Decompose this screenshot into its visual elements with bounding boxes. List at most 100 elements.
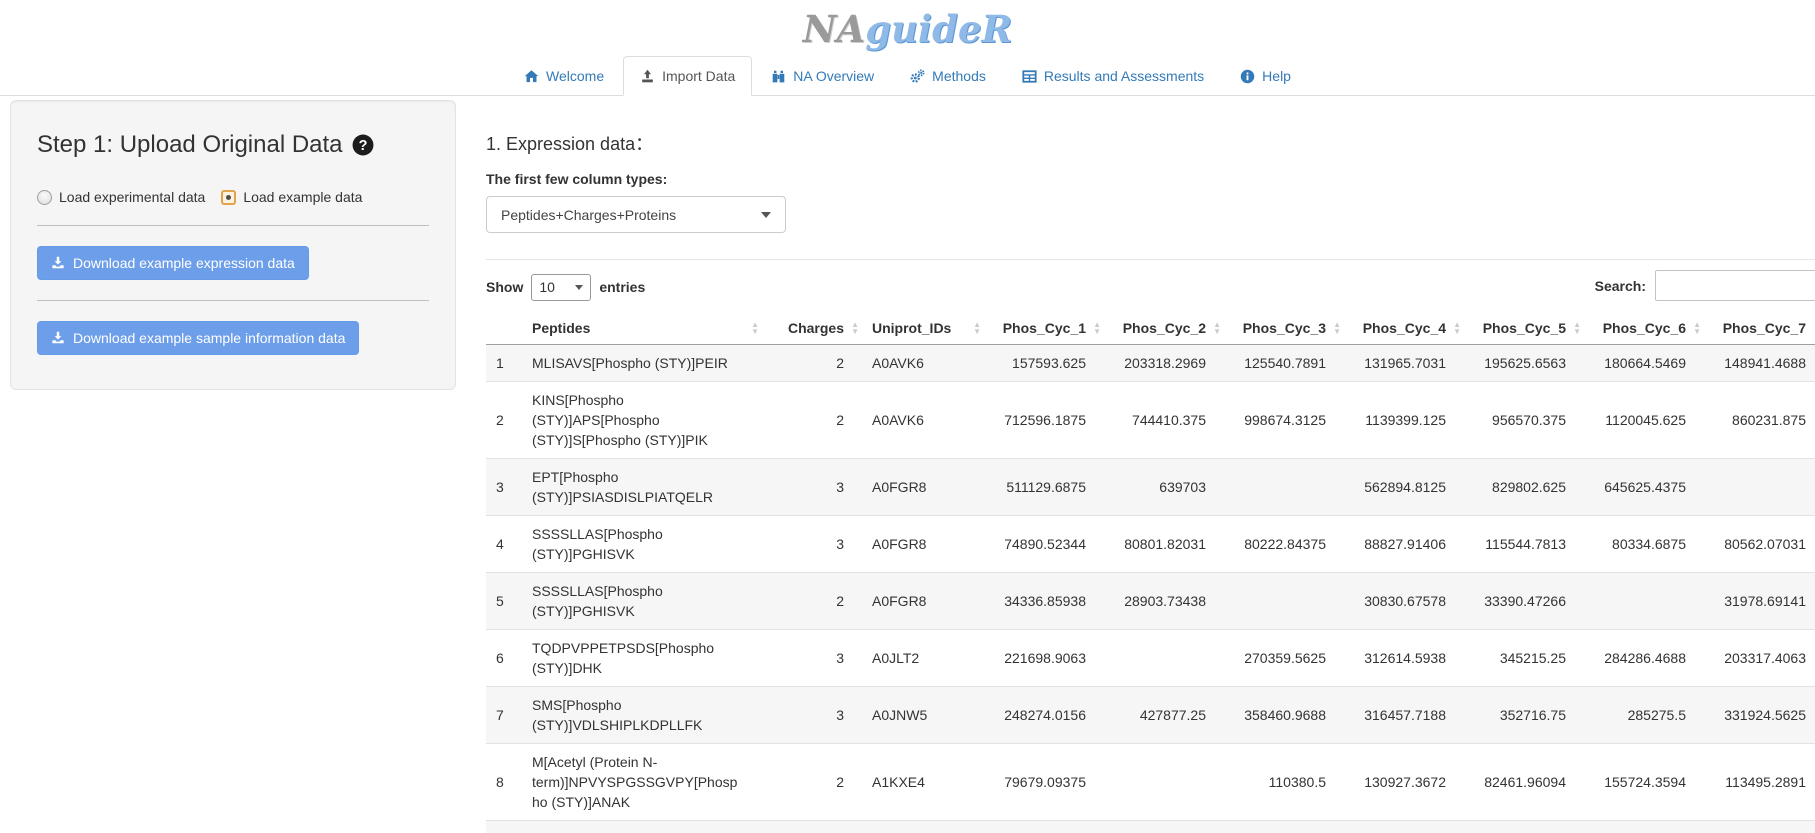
binoculars-icon <box>771 69 786 84</box>
sort-icon: ▲▼ <box>751 321 759 335</box>
value-cell: 998674.3125 <box>1224 382 1344 459</box>
value-cell <box>1584 573 1704 630</box>
tab-welcome[interactable]: Welcome <box>507 56 621 96</box>
value-cell: 352716.75 <box>1464 687 1584 744</box>
sort-icon: ▲▼ <box>851 321 859 335</box>
value-cell: 31978.69141 <box>1704 573 1815 630</box>
value-cell <box>1224 459 1344 516</box>
button-label: Download example expression data <box>73 255 295 271</box>
radio-load-example-data[interactable]: Load example data <box>221 189 362 205</box>
charge-cell: 3 <box>762 630 862 687</box>
value-cell: 639703 <box>1104 459 1224 516</box>
value-cell: 30830.67578 <box>1344 573 1464 630</box>
download-example-expression-data-button[interactable]: Download example expression data <box>37 246 309 280</box>
svg-text:?: ? <box>358 138 367 154</box>
divider <box>37 225 429 226</box>
gears-icon <box>910 69 925 84</box>
column-header-uniprot_ids[interactable]: Uniprot_IDs▲▼ <box>862 312 984 345</box>
value-cell: 148941.4688 <box>1704 345 1815 382</box>
column-types-select[interactable]: Peptides+Charges+Proteins <box>486 196 786 233</box>
search-input[interactable] <box>1655 270 1815 301</box>
upload-panel: Step 1: Upload Original Data ? Load expe… <box>10 100 456 390</box>
value-cell <box>1704 459 1815 516</box>
peptide-cell: SSSSLLAS[Phospho (STY)]PGHISVK <box>522 516 762 573</box>
charge-cell: 3 <box>762 687 862 744</box>
value-cell: 113495.2891 <box>1704 744 1815 821</box>
tab-methods[interactable]: Methods <box>893 56 1003 96</box>
peptide-cell: MLISAVS[Phospho (STY)]PEIR <box>522 345 762 382</box>
search-label: Search: <box>1595 278 1646 294</box>
column-header-phos_cyc_3[interactable]: Phos_Cyc_3▲▼ <box>1224 312 1344 345</box>
column-header-index <box>486 312 522 345</box>
value-cell: 221698.9063 <box>984 630 1104 687</box>
sort-icon: ▲▼ <box>1093 321 1101 335</box>
column-header-phos_cyc_2[interactable]: Phos_Cyc_2▲▼ <box>1104 312 1224 345</box>
value-cell: 157593.625 <box>984 345 1104 382</box>
value-cell: 79679.09375 <box>984 744 1104 821</box>
column-label: Peptides <box>532 320 590 336</box>
value-cell: 180664.5469 <box>1584 345 1704 382</box>
upload-icon <box>640 69 655 84</box>
tab-label: Welcome <box>546 68 604 84</box>
tab-help[interactable]: Help <box>1223 56 1308 96</box>
row-index-cell: 8 <box>486 744 522 821</box>
value-cell <box>1104 630 1224 687</box>
value-cell: 155724.3594 <box>1584 744 1704 821</box>
panel-title-text: Step 1: Upload Original Data <box>37 131 343 159</box>
download-icon <box>51 256 65 270</box>
uniprot-cell: A1KXE4 <box>862 744 984 821</box>
radio-unchecked-icon <box>37 190 52 205</box>
column-header-phos_cyc_6[interactable]: Phos_Cyc_6▲▼ <box>1584 312 1704 345</box>
column-label: Phos_Cyc_2 <box>1123 320 1206 336</box>
value-cell: 88827.91406 <box>1344 516 1464 573</box>
radio-checked-icon <box>221 190 236 205</box>
table-row: 1MLISAVS[Phospho (STY)]PEIR2A0AVK6157593… <box>486 345 1815 382</box>
value-cell: 34336.85938 <box>984 573 1104 630</box>
charge-cell: 2 <box>762 744 862 821</box>
value-cell: 80801.82031 <box>1104 516 1224 573</box>
peptide-cell: SMS[Phospho (STY)]VDLSHIPLKDPLLFK <box>522 687 762 744</box>
peptide-cell: TQDPVPPETPSDS[Phospho (STY)]DHK <box>522 630 762 687</box>
page-length-select[interactable]: 10 <box>531 274 591 301</box>
column-header-charges[interactable]: Charges ▲▼ <box>762 312 862 345</box>
value-cell: 115544.7813 <box>1464 516 1584 573</box>
column-header-phos_cyc_4[interactable]: Phos_Cyc_4▲▼ <box>1344 312 1464 345</box>
column-header-phos_cyc_7[interactable]: Phos_Cyc_7▲▼ <box>1704 312 1815 345</box>
row-index-cell: 4 <box>486 516 522 573</box>
tab-na-overview[interactable]: NA Overview <box>754 56 891 96</box>
question-circle-icon[interactable]: ? <box>352 134 374 156</box>
table-row: 3EPT[Phospho (STY)]PSIASDISLPIATQELR3A0F… <box>486 459 1815 516</box>
column-header-phos_cyc_5[interactable]: Phos_Cyc_5▲▼ <box>1464 312 1584 345</box>
next-row-partial <box>486 821 1815 833</box>
tab-import-data[interactable]: Import Data <box>623 56 752 96</box>
radio-label: Load experimental data <box>59 189 205 205</box>
value-cell: 744410.375 <box>1104 382 1224 459</box>
sort-icon: ▲▼ <box>1693 321 1701 335</box>
value-cell: 345215.25 <box>1464 630 1584 687</box>
tab-results-and-assessments[interactable]: Results and Assessments <box>1005 56 1221 96</box>
value-cell: 131965.7031 <box>1344 345 1464 382</box>
value-cell: 130927.3672 <box>1344 744 1464 821</box>
value-cell: 80334.6875 <box>1584 516 1704 573</box>
radio-load-experimental-data[interactable]: Load experimental data <box>37 189 205 205</box>
page-header: NAguideR <box>0 0 1815 56</box>
radio-group: Load experimental data Load example data <box>37 189 429 205</box>
peptide-cell: M[Acetyl (Protein N-term)]NPVYSPGSSGVPY[… <box>522 744 762 821</box>
table-icon <box>1022 69 1037 84</box>
entries-label: entries <box>599 279 645 295</box>
uniprot-cell: A0JLT2 <box>862 630 984 687</box>
column-label: Phos_Cyc_1 <box>1003 320 1086 336</box>
value-cell: 195625.6563 <box>1464 345 1584 382</box>
column-header-phos_cyc_1[interactable]: Phos_Cyc_1 ▲▼ <box>984 312 1104 345</box>
uniprot-cell: A0FGR8 <box>862 459 984 516</box>
table-row: 2KINS[Phospho (STY)]APS[Phospho (STY)]S[… <box>486 382 1815 459</box>
divider <box>37 300 429 301</box>
uniprot-cell: A0FGR8 <box>862 573 984 630</box>
table-row: 6TQDPVPPETPSDS[Phospho (STY)]DHK3A0JLT22… <box>486 630 1815 687</box>
value-cell: 125540.7891 <box>1224 345 1344 382</box>
row-index-cell: 2 <box>486 382 522 459</box>
value-cell: 28903.73438 <box>1104 573 1224 630</box>
column-header-peptides[interactable]: Peptides ▲▼ <box>522 312 762 345</box>
download-example-sample-information-data-button[interactable]: Download example sample information data <box>37 321 359 355</box>
column-label: Charges <box>788 320 844 336</box>
